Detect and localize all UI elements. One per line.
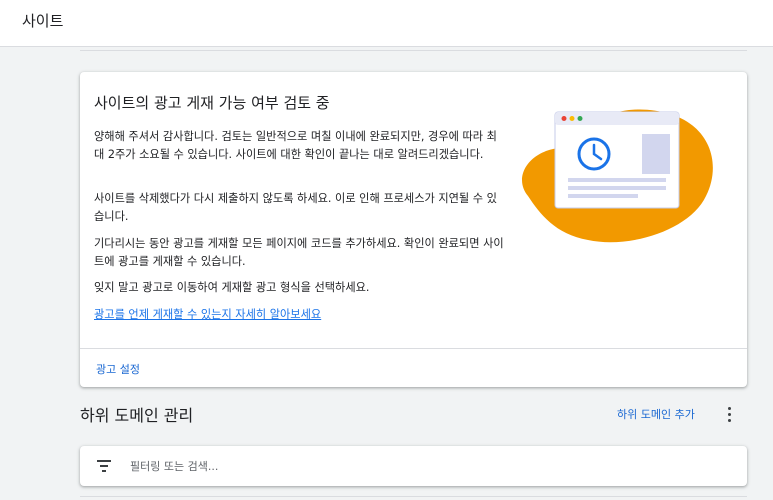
review-paragraph: 사이트를 삭제했다가 다시 제출하지 않도록 하세요. 이로 인해 프로세스가 … <box>94 192 497 223</box>
review-paragraph: 기다리시는 동안 광고를 게재할 모든 페이지에 코드를 추가하세요. 확인이 … <box>94 237 504 268</box>
card-title: 사이트의 광고 게재 가능 여부 검토 중 <box>94 94 330 112</box>
filter-bar <box>80 446 747 486</box>
top-app-bar: 사이트 <box>0 0 773 47</box>
review-status-card: 사이트의 광고 게재 가능 여부 검토 중 양해해 주셔서 감사합니다. 검토는… <box>80 72 747 387</box>
divider <box>80 496 747 497</box>
more-vert-icon[interactable] <box>722 404 738 424</box>
learn-more-link[interactable]: 광고를 언제 게재할 수 있는지 자세히 알아보세요 <box>94 306 321 322</box>
page-title: 사이트 <box>22 12 64 30</box>
card-footer: 광고 설정 <box>80 348 747 387</box>
divider <box>80 50 747 51</box>
filter-icon <box>97 460 111 472</box>
review-paragraph: 잊지 말고 광고로 이동하여 게재할 광고 형식을 선택하세요. <box>94 281 370 294</box>
filter-search-input[interactable] <box>130 457 710 475</box>
subdomain-section-title: 하위 도메인 관리 <box>80 406 194 425</box>
ad-settings-button[interactable]: 광고 설정 <box>96 361 140 377</box>
add-subdomain-button[interactable]: 하위 도메인 추가 <box>617 406 695 422</box>
review-paragraph: 양해해 주셔서 감사합니다. 검토는 일반적으로 며칠 이내에 완료되지만, 경… <box>94 130 497 161</box>
review-clock-illustration <box>510 104 720 248</box>
